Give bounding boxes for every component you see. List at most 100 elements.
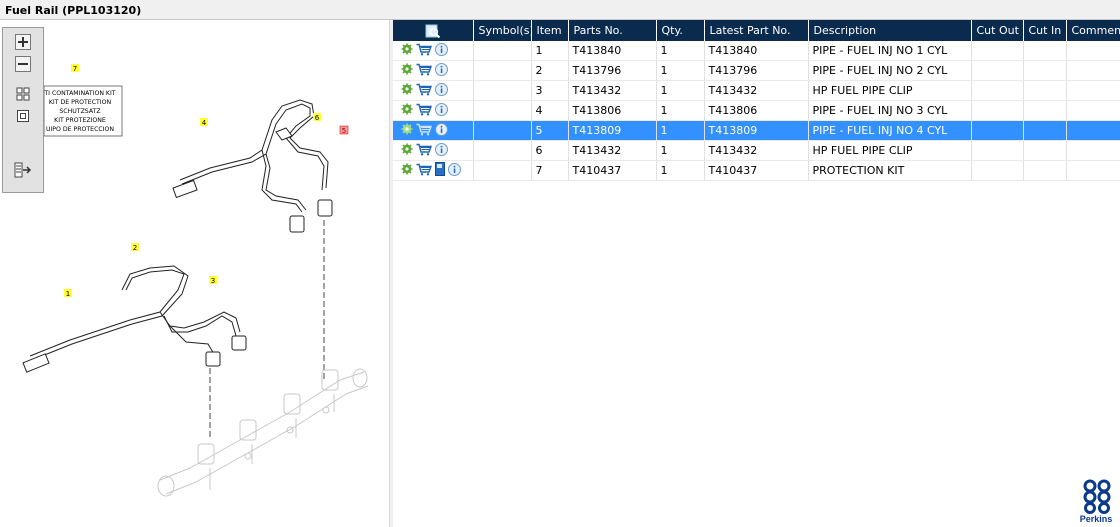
column-header-symbols[interactable]: Symbol(s) (473, 20, 532, 41)
item-cell: 7 (531, 160, 569, 181)
cut-in-cell (1023, 80, 1067, 101)
kit-label-line: UIPO DE PROTECCION (46, 126, 114, 133)
comment-cell (1066, 160, 1120, 181)
cut-in-cell (1023, 120, 1067, 141)
comment-cell (1066, 140, 1120, 161)
column-header-qty[interactable]: Qty. (656, 20, 705, 41)
description-cell: PIPE - FUEL INJ NO 2 CYL (808, 60, 972, 81)
cut-in-cell (1023, 41, 1067, 61)
qty-cell: 1 (656, 120, 705, 141)
gear-icon[interactable] (401, 83, 413, 98)
symbols-cell (473, 60, 532, 81)
symbols-cell (473, 41, 532, 61)
row-action-icons (397, 102, 472, 119)
row-actions-cell (393, 160, 474, 181)
column-header-cut-in[interactable]: Cut In (1023, 20, 1067, 41)
kit-label-line: SCHUTZSATZ (59, 108, 100, 115)
info-icon[interactable] (435, 102, 448, 119)
latest-part-no-cell: T413806 (704, 100, 809, 121)
add-to-cart-icon[interactable] (416, 143, 432, 159)
info-icon[interactable] (435, 62, 448, 79)
kit-label-line: KIT DE PROTECTION (49, 99, 112, 106)
callout-4[interactable]: 4 (200, 118, 208, 127)
table-row[interactable]: 4 T413806 1 T413806 PIPE - FUEL INJ NO 3 CYL (393, 100, 1120, 121)
svg-text:3: 3 (211, 277, 215, 285)
add-to-cart-icon[interactable] (416, 163, 432, 179)
export-icon (14, 162, 32, 178)
table-row[interactable]: 7 T410437 1 T410437 PROTECTION KIT (393, 160, 1120, 181)
add-to-cart-icon[interactable] (416, 123, 432, 139)
column-header-parts-no[interactable]: Parts No. (568, 20, 657, 41)
column-header-latest-part-no[interactable]: Latest Part No. (704, 20, 809, 41)
diagram-pane[interactable]: TI CONTAMINATION KIT KIT DE PROTECTION S… (0, 20, 390, 527)
table-row[interactable]: 2 T413796 1 T413796 PIPE - FUEL INJ NO 2 CYL (393, 60, 1120, 81)
column-header-cut-out[interactable]: Cut Out (971, 20, 1024, 41)
comment-cell (1066, 60, 1120, 81)
item-cell: 1 (531, 41, 569, 61)
add-to-cart-icon[interactable] (416, 103, 432, 119)
svg-text:6: 6 (315, 114, 320, 122)
description-cell: PIPE - FUEL INJ NO 4 CYL (808, 120, 972, 141)
qty-cell: 1 (656, 80, 705, 101)
zoom-out-button[interactable] (14, 55, 32, 73)
fit-all-button[interactable] (14, 85, 32, 103)
table-row[interactable]: 1 T413840 1 T413840 PIPE - FUEL INJ NO 1 CYL (393, 41, 1120, 61)
callout-7[interactable]: 7 (71, 64, 79, 73)
kit-label-line: KIT PROTEZIONE (54, 117, 106, 124)
perkins-logo-mark-icon (1083, 479, 1111, 514)
gear-icon[interactable] (401, 43, 413, 58)
search-document-icon (425, 24, 440, 38)
cut-in-cell (1023, 140, 1067, 161)
qty-cell: 1 (656, 60, 705, 81)
svg-text:2: 2 (133, 244, 137, 252)
row-action-icons (397, 82, 472, 99)
parts-no-cell: T413809 (568, 120, 657, 141)
fit-window-button[interactable] (14, 107, 32, 125)
cut-in-cell (1023, 60, 1067, 81)
info-icon[interactable] (448, 162, 461, 179)
item-cell: 4 (531, 100, 569, 121)
description-cell: PIPE - FUEL INJ NO 1 CYL (808, 41, 972, 61)
table-row[interactable]: 5 T413809 1 T413809 PIPE - FUEL INJ NO 4 CYL (393, 120, 1120, 141)
gear-icon[interactable] (401, 103, 413, 118)
window-titlebar: Fuel Rail (PPL103120) (0, 0, 1120, 20)
export-button[interactable] (14, 161, 32, 179)
row-action-icons (397, 162, 472, 179)
zoom-in-button[interactable] (14, 33, 32, 51)
parts-table: Symbol(s) Item Parts No. Qty. Latest Par… (393, 20, 1120, 181)
latest-part-no-cell: T413796 (704, 60, 809, 81)
table-row[interactable]: 6 T413432 1 T413432 HP FUEL PIPE CLIP (393, 140, 1120, 161)
column-header-description[interactable]: Description (808, 20, 972, 41)
gear-icon[interactable] (401, 63, 413, 78)
gear-icon[interactable] (401, 163, 413, 178)
view-details-header[interactable] (393, 20, 474, 41)
callout-1[interactable]: 1 (64, 289, 72, 298)
add-to-cart-icon[interactable] (416, 83, 432, 99)
callout-6[interactable]: 6 (313, 113, 321, 122)
info-icon[interactable] (435, 82, 448, 99)
info-icon[interactable] (435, 122, 448, 139)
comment-cell (1066, 100, 1120, 121)
column-header-item[interactable]: Item (531, 20, 569, 41)
gear-icon[interactable] (401, 123, 413, 138)
table-row[interactable]: 3 T413432 1 T413432 HP FUEL PIPE CLIP (393, 80, 1120, 101)
add-to-cart-icon[interactable] (416, 43, 432, 59)
description-cell: HP FUEL PIPE CLIP (808, 140, 972, 161)
exploded-parts-diagram[interactable]: TI CONTAMINATION KIT KIT DE PROTECTION S… (0, 20, 389, 527)
info-icon[interactable] (435, 142, 448, 159)
callout-3[interactable]: 3 (209, 276, 217, 285)
symbols-cell (473, 80, 532, 101)
comment-cell (1066, 41, 1120, 61)
add-to-cart-icon[interactable] (416, 63, 432, 79)
info-icon[interactable] (435, 42, 448, 59)
svg-text:4: 4 (202, 119, 207, 127)
book-icon[interactable] (435, 162, 445, 179)
callout-5[interactable]: 5 (339, 125, 349, 135)
column-header-comment[interactable]: Comment (1066, 20, 1120, 41)
item-cell: 2 (531, 60, 569, 81)
parts-table-body: 1 T413840 1 T413840 PIPE - FUEL INJ NO 1 CYL… (393, 41, 1120, 181)
parts-no-cell: T413806 (568, 100, 657, 121)
callout-2[interactable]: 2 (131, 243, 139, 252)
gear-icon[interactable] (401, 143, 413, 158)
parts-list-pane: Symbol(s) Item Parts No. Qty. Latest Par… (393, 20, 1120, 527)
